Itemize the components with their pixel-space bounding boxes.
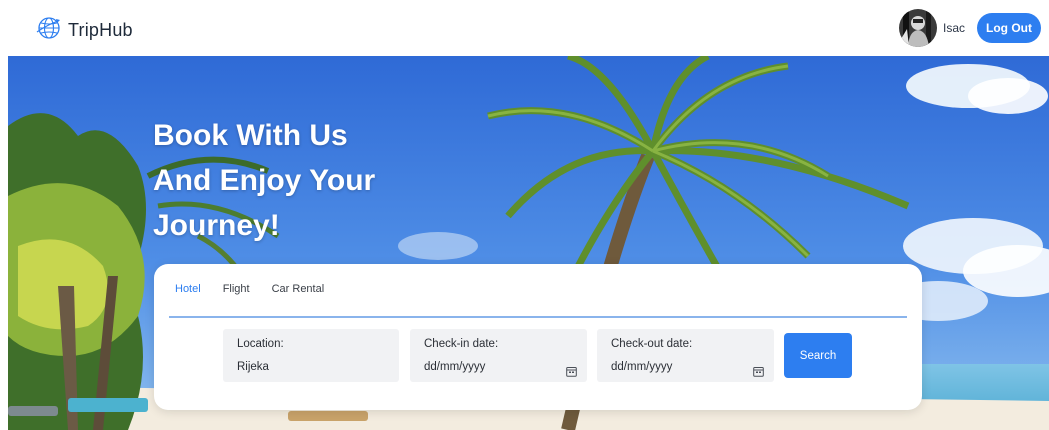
location-field[interactable]: Location: (223, 329, 399, 382)
tab-flight[interactable]: Flight (223, 283, 250, 295)
hero-headline: Book With Us And Enjoy Your Journey! (153, 113, 473, 248)
checkin-label: Check-in date: (424, 338, 499, 350)
globe-icon (36, 16, 62, 45)
search-button[interactable]: Search (784, 333, 852, 378)
username: Isac (942, 21, 965, 35)
headline-line-2: And Enjoy Your (153, 164, 376, 197)
checkout-input[interactable]: dd/mm/yyyy (611, 361, 741, 373)
headline-line-3: Journey! (153, 209, 280, 242)
logout-button[interactable]: Log Out (977, 13, 1041, 43)
search-card: Hotel Flight Car Rental Location: Check-… (154, 264, 922, 410)
top-nav: TripHub Isac Log Out (0, 0, 1049, 56)
location-input[interactable] (237, 361, 367, 373)
booking-tabs: Hotel Flight Car Rental (175, 283, 346, 295)
checkout-label: Check-out date: (611, 338, 693, 350)
tab-car-rental[interactable]: Car Rental (272, 283, 325, 295)
tab-underline (169, 316, 907, 318)
brand-name: TripHub (68, 20, 133, 40)
location-label: Location: (237, 338, 284, 350)
brand[interactable]: TripHub (36, 16, 133, 45)
checkin-field[interactable]: Check-in date: dd/mm/yyyy (410, 329, 587, 382)
headline-line-1: Book With Us (153, 119, 348, 152)
user-menu: Isac Log Out (898, 9, 1041, 47)
calendar-icon[interactable] (566, 364, 577, 377)
tab-hotel[interactable]: Hotel (175, 283, 201, 295)
avatar[interactable] (898, 9, 937, 47)
calendar-icon[interactable] (753, 364, 764, 377)
checkin-input[interactable]: dd/mm/yyyy (424, 361, 554, 373)
checkout-field[interactable]: Check-out date: dd/mm/yyyy (597, 329, 774, 382)
